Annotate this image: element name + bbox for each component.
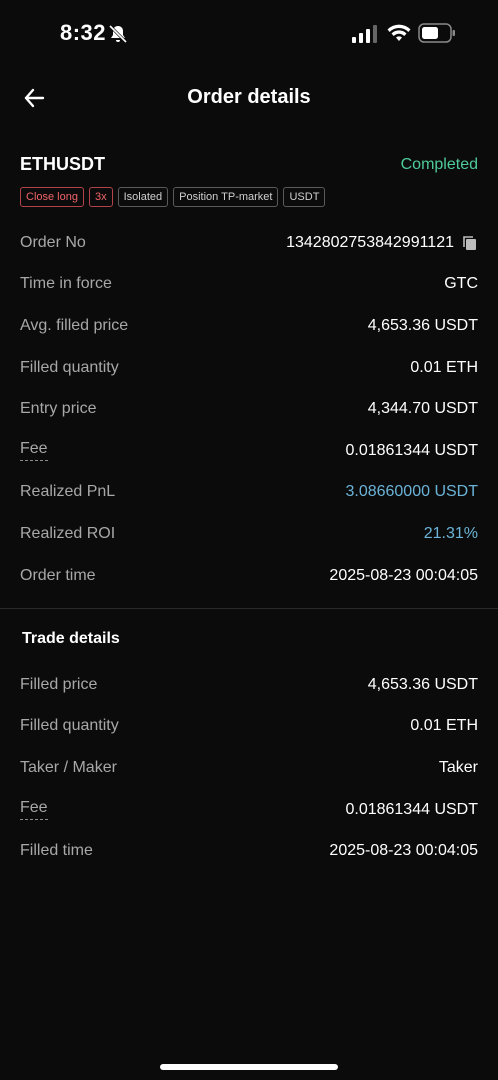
order-number-value: 1342802753842991121 xyxy=(286,233,454,251)
detail-row-order-no: Order No 1342802753842991121 xyxy=(20,222,478,264)
detail-label: Order time xyxy=(20,566,96,584)
detail-value: Taker xyxy=(438,758,478,776)
detail-value: 4,653.36 USDT xyxy=(367,675,478,693)
detail-label: Filled time xyxy=(20,842,93,860)
fee-tooltip-label[interactable]: Fee xyxy=(20,799,48,821)
order-tags: Close long 3x Isolated Position TP-marke… xyxy=(20,187,326,207)
detail-label: Time in force xyxy=(20,275,112,293)
tag-order-type: Position TP-market xyxy=(173,187,279,207)
page-title: Order details xyxy=(187,86,311,108)
detail-label: Taker / Maker xyxy=(20,758,117,776)
detail-value: 0.01 ETH xyxy=(410,717,478,735)
detail-label: Entry price xyxy=(20,400,97,418)
bell-muted-icon xyxy=(108,24,128,44)
detail-row-filled-quantity: Filled quantity 0.01 ETH xyxy=(20,347,478,389)
trade-details-title: Trade details xyxy=(22,630,120,647)
status-time: 8:32 xyxy=(60,20,107,45)
trade-row-filled-quantity: Filled quantity 0.01 ETH xyxy=(20,706,478,748)
detail-label: Realized PnL xyxy=(20,483,116,501)
trade-details-list: Filled price 4,653.36 USDT Filled quanti… xyxy=(20,664,478,872)
detail-value: 2025-08-23 00:04:05 xyxy=(329,842,478,860)
detail-row-time-in-force: Time in force GTC xyxy=(20,264,478,306)
tag-leverage: 3x xyxy=(88,187,113,207)
trade-row-filled-time: Filled time 2025-08-23 00:04:05 xyxy=(20,830,478,872)
detail-label: Filled quantity xyxy=(20,717,119,735)
detail-label: Order No xyxy=(20,233,86,251)
realized-roi-value: 21.31% xyxy=(423,524,478,542)
detail-row-realized-pnl: Realized PnL 3.08660000 USDT xyxy=(20,472,478,514)
signal-icon xyxy=(352,25,377,43)
tag-margin-mode: Isolated xyxy=(117,187,169,207)
detail-value: 2025-08-23 00:04:05 xyxy=(329,566,478,584)
copy-icon[interactable] xyxy=(462,235,478,251)
detail-row-order-time: Order time 2025-08-23 00:04:05 xyxy=(20,555,478,597)
order-details-list: Order No 1342802753842991121 Time in for… xyxy=(20,222,478,596)
wifi-icon xyxy=(387,24,411,41)
realized-pnl-value: 3.08660000 USDT xyxy=(345,483,478,501)
home-indicator[interactable] xyxy=(160,1064,338,1070)
trade-row-taker-maker: Taker / Maker Taker xyxy=(20,747,478,789)
detail-value: GTC xyxy=(444,275,478,293)
fee-tooltip-label[interactable]: Fee xyxy=(20,440,48,462)
tag-settle-currency: USDT xyxy=(283,187,326,207)
detail-value: 0.01861344 USDT xyxy=(345,441,478,459)
symbol-name: ETHUSDT xyxy=(20,154,105,174)
detail-label: Avg. filled price xyxy=(20,316,129,334)
detail-row-avg-filled-price: Avg. filled price 4,653.36 USDT xyxy=(20,305,478,347)
detail-row-realized-roi: Realized ROI 21.31% xyxy=(20,513,478,555)
status-bar: 8:32 xyxy=(0,0,498,68)
order-header: ETHUSDT Completed xyxy=(20,154,478,180)
detail-row-fee: Fee 0.01861344 USDT xyxy=(20,430,478,472)
detail-label: Realized ROI xyxy=(20,524,116,542)
trade-row-filled-price: Filled price 4,653.36 USDT xyxy=(20,664,478,706)
detail-label: Filled price xyxy=(20,675,98,693)
trade-row-fee: Fee 0.01861344 USDT xyxy=(20,789,478,831)
battery-icon xyxy=(418,23,455,43)
status-badge: Completed xyxy=(400,156,478,173)
detail-row-entry-price: Entry price 4,344.70 USDT xyxy=(20,388,478,430)
detail-value: 0.01861344 USDT xyxy=(345,800,478,818)
detail-label: Filled quantity xyxy=(20,358,119,376)
detail-value: 0.01 ETH xyxy=(410,358,478,376)
detail-value: 4,653.36 USDT xyxy=(367,316,478,334)
tag-side: Close long xyxy=(20,187,84,207)
detail-value: 4,344.70 USDT xyxy=(367,400,478,418)
nav-bar: Order details xyxy=(0,72,498,124)
section-divider xyxy=(0,608,498,609)
